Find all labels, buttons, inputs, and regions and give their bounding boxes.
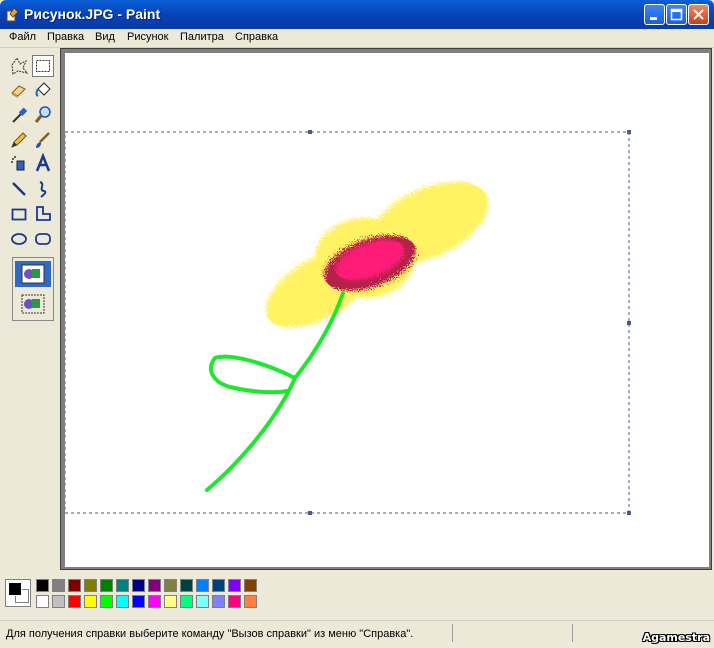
toolbox — [4, 52, 58, 562]
magnifier-tool[interactable] — [32, 104, 54, 126]
transparent-selection-icon — [21, 294, 45, 314]
ellipse-icon — [11, 233, 27, 245]
brush-tool[interactable] — [32, 129, 54, 151]
curve-tool[interactable] — [32, 178, 54, 200]
drawing-canvas[interactable] — [64, 53, 709, 567]
ellipse-tool[interactable] — [8, 228, 30, 250]
color-swatch[interactable] — [164, 579, 177, 592]
selection-rectangle[interactable] — [64, 130, 631, 515]
status-divider — [452, 624, 453, 642]
line-icon — [12, 182, 26, 196]
color-swatch[interactable] — [84, 595, 97, 608]
color-swatch[interactable] — [132, 579, 145, 592]
magnifier-icon — [34, 106, 51, 123]
fill-bucket-icon — [35, 82, 51, 97]
color-swatch[interactable] — [100, 595, 113, 608]
brush-icon — [36, 132, 50, 148]
eraser-tool[interactable] — [8, 79, 30, 101]
color-swatch[interactable] — [68, 595, 81, 608]
close-icon — [693, 9, 704, 20]
airbrush-tool[interactable] — [8, 153, 30, 175]
color-swatch[interactable] — [36, 595, 49, 608]
color-swatch[interactable] — [68, 579, 81, 592]
free-select-tool[interactable] — [8, 55, 30, 77]
pencil-tool[interactable] — [8, 129, 30, 151]
color-swatch[interactable] — [116, 579, 129, 592]
color-swatch[interactable] — [148, 595, 161, 608]
status-help-text: Для получения справки выберите команду "… — [6, 628, 414, 640]
color-swatch[interactable] — [244, 595, 257, 608]
color-swatch[interactable] — [212, 595, 225, 608]
color-palette — [0, 574, 714, 620]
text-icon — [35, 152, 51, 172]
color-swatch[interactable] — [212, 579, 225, 592]
text-tool[interactable] — [32, 152, 54, 175]
rounded-rect-tool[interactable] — [32, 228, 54, 250]
rectangle-tool[interactable] — [8, 203, 30, 225]
menu-view[interactable]: Вид — [95, 31, 115, 43]
color-swatch[interactable] — [196, 595, 209, 608]
transparent-selection-option[interactable] — [15, 291, 51, 317]
rect-select-tool[interactable] — [32, 55, 54, 77]
color-swatch[interactable] — [100, 579, 113, 592]
menu-help[interactable]: Справка — [235, 31, 278, 43]
polygon-tool[interactable] — [32, 203, 54, 225]
workspace — [60, 48, 712, 570]
airbrush-icon — [11, 156, 25, 171]
opaque-selection-icon — [21, 264, 45, 284]
curve-icon — [39, 181, 47, 198]
rectangle-icon — [11, 208, 27, 221]
color-swatch[interactable] — [132, 595, 145, 608]
color-swatch[interactable] — [36, 579, 49, 592]
line-tool[interactable] — [8, 178, 30, 200]
pick-color-tool[interactable] — [8, 104, 30, 126]
close-button[interactable] — [688, 4, 709, 25]
minimize-button[interactable] — [644, 4, 665, 25]
flower-drawing — [205, 181, 489, 492]
maximize-icon — [670, 8, 683, 21]
opaque-selection-option[interactable] — [15, 261, 51, 287]
current-colors[interactable] — [5, 579, 31, 607]
color-swatch[interactable] — [164, 595, 177, 608]
tool-options-panel — [12, 257, 54, 321]
color-swatch[interactable] — [148, 579, 161, 592]
rounded-rect-icon — [35, 233, 51, 245]
menu-bar: Файл Правка Вид Рисунок Палитра Справка — [0, 29, 714, 48]
menu-image[interactable]: Рисунок — [127, 31, 169, 43]
menu-file[interactable]: Файл — [9, 31, 36, 43]
fill-bucket-tool[interactable] — [32, 79, 54, 101]
eraser-icon — [11, 85, 26, 98]
color-swatch[interactable] — [228, 579, 241, 592]
color-swatch[interactable] — [196, 579, 209, 592]
window-title: Рисунок.JPG - Paint — [24, 6, 161, 22]
foreground-color — [8, 582, 22, 596]
color-swatch[interactable] — [116, 595, 129, 608]
status-divider — [572, 624, 573, 642]
color-swatch[interactable] — [52, 595, 65, 608]
color-swatch[interactable] — [52, 579, 65, 592]
rect-select-icon — [36, 60, 50, 72]
pencil-icon — [11, 132, 27, 148]
menu-edit[interactable]: Правка — [47, 31, 84, 43]
maximize-button[interactable] — [666, 4, 687, 25]
menu-colors[interactable]: Палитра — [180, 31, 224, 43]
paint-app-icon — [6, 7, 19, 22]
free-select-icon — [11, 57, 29, 75]
color-swatch[interactable] — [244, 579, 257, 592]
status-bar: Для получения справки выберите команду "… — [0, 620, 714, 648]
color-swatch[interactable] — [84, 579, 97, 592]
color-swatch[interactable] — [180, 595, 193, 608]
title-bar: Рисунок.JPG - Paint — [0, 0, 714, 29]
minimize-icon — [650, 17, 657, 20]
color-swatch[interactable] — [228, 595, 241, 608]
pick-color-icon — [12, 107, 28, 123]
color-swatch[interactable] — [180, 579, 193, 592]
polygon-icon — [36, 206, 51, 221]
canvas-drawing — [64, 130, 631, 515]
watermark-text: Agamestra — [642, 631, 710, 644]
